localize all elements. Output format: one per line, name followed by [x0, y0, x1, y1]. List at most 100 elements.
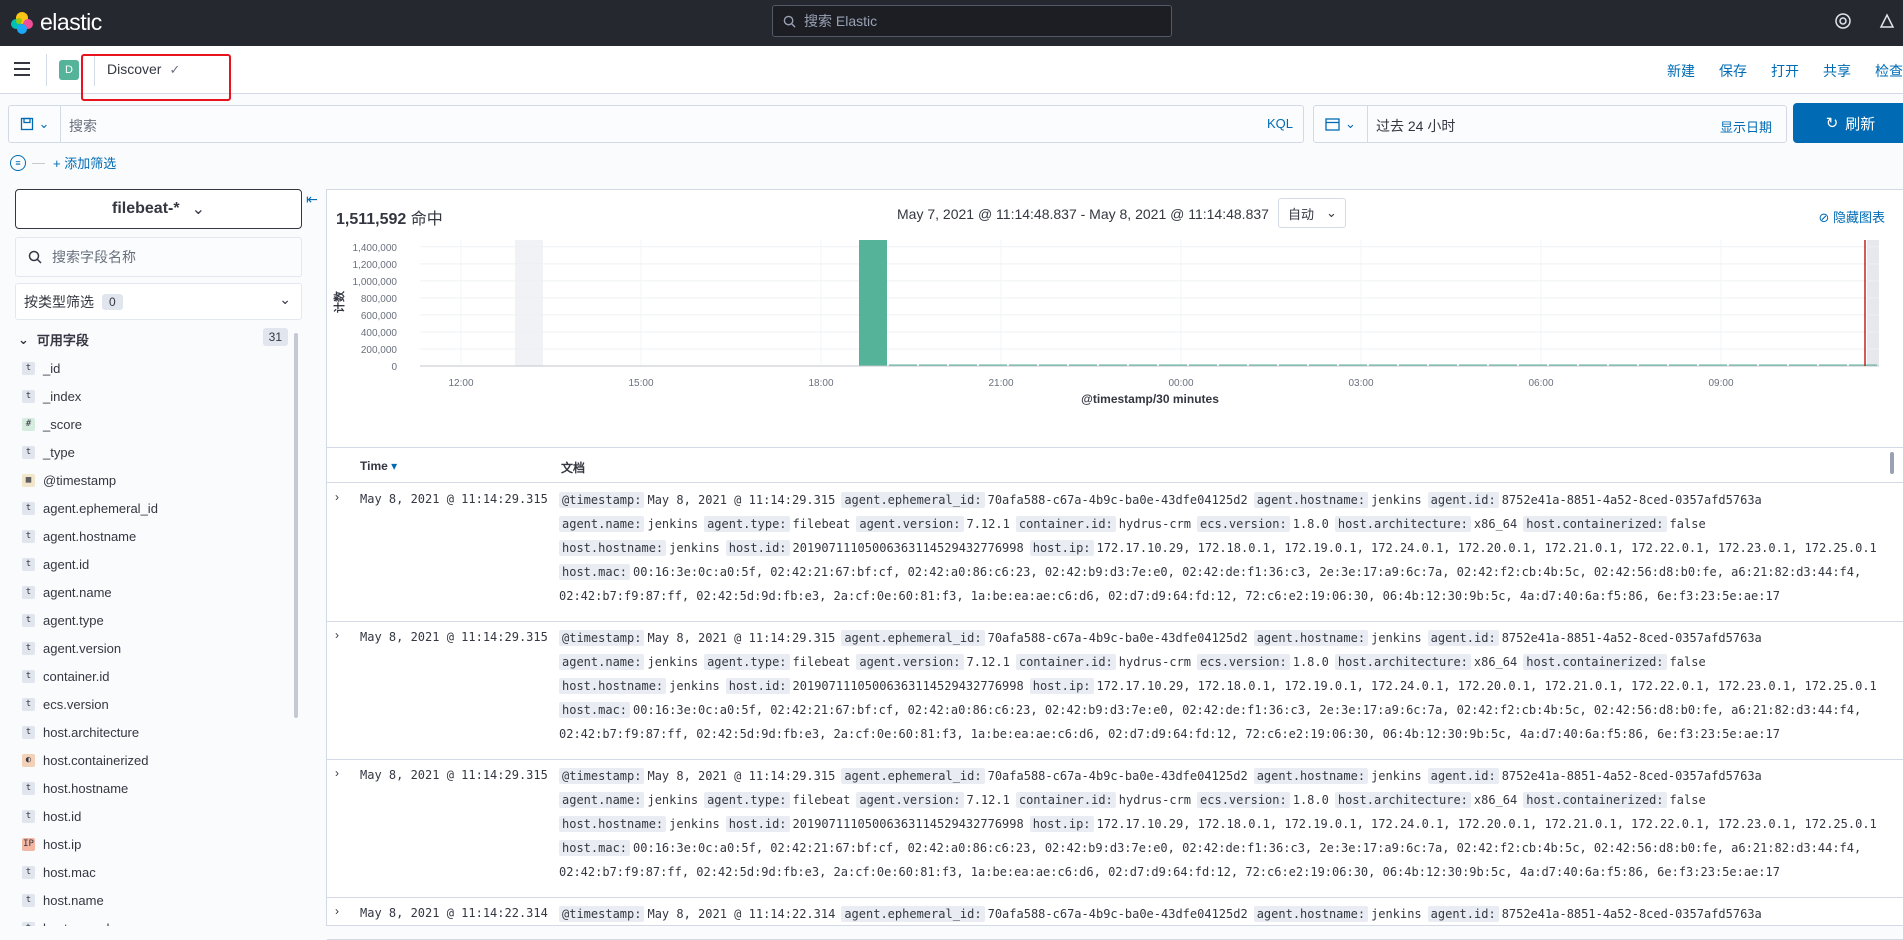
field-item[interactable]: t agent.name — [22, 578, 292, 606]
document-field-key: ecs.version: — [1197, 516, 1290, 532]
document-line: host.mac: 00:16:3e:0c:a0:5f, 02:42:21:67:… — [559, 836, 1879, 860]
show-dates-link[interactable]: 显示日期 — [1720, 117, 1772, 136]
field-item[interactable]: ▦ @timestamp — [22, 466, 292, 494]
document-field-key: container.id: — [1015, 792, 1116, 808]
x-tick-label: 00:00 — [1168, 378, 1193, 389]
column-header-time[interactable]: Time ▾ — [360, 459, 397, 473]
chevron-down-icon: ⌄ — [191, 201, 205, 218]
document-field-key: agent.version: — [856, 516, 964, 532]
interval-select[interactable]: 自动 ⌄ — [1278, 198, 1346, 228]
field-item[interactable]: t container.id — [22, 662, 292, 690]
sidebar-scrollbar[interactable] — [294, 333, 298, 718]
refresh-button[interactable]: ↻ 刷新 — [1793, 103, 1903, 143]
query-input[interactable]: 搜索 — [69, 116, 97, 136]
document-field-key: agent.hostname: — [1253, 630, 1369, 646]
document-field-value: 70afa588-c67a-4b9c-ba0e-43dfe04125d2 — [987, 631, 1248, 645]
help-icon[interactable] — [1834, 12, 1852, 35]
number-type-icon: # — [22, 417, 35, 431]
hits-suffix: 命中 — [410, 211, 443, 228]
available-fields-label: 可用字段 — [36, 333, 89, 348]
share-button[interactable]: 共享 — [1823, 61, 1851, 81]
document-field-key: agent.ephemeral_id: — [841, 492, 985, 508]
document-field-key: host.hostname: — [559, 816, 667, 832]
global-search-input[interactable]: 搜索 Elastic — [772, 5, 1172, 37]
time-range-text[interactable]: 过去 24 小时 — [1376, 116, 1455, 136]
document-line: 02:42:b7:f9:87:ff, 02:42:5d:9d:fb:e3, 2a… — [559, 860, 1879, 884]
expand-row-icon[interactable]: › — [335, 904, 339, 918]
elastic-logo[interactable]: elastic — [10, 9, 102, 36]
field-name: host.ip — [43, 836, 82, 852]
date-picker: ⌄ 过去 24 小时 显示日期 — [1313, 105, 1787, 143]
filter-by-type-button[interactable]: 按类型筛选 0 ⌄ — [15, 283, 302, 320]
hide-chart-button[interactable]: ⊘ 隐藏图表 — [1818, 207, 1885, 226]
available-fields-header[interactable]: ⌄ 可用字段 31 — [18, 328, 288, 349]
field-item[interactable]: t host.id — [22, 802, 292, 830]
field-item[interactable]: t agent.version — [22, 634, 292, 662]
y-tick-label: 400,000 — [361, 328, 398, 339]
field-item[interactable]: t _type — [22, 438, 292, 466]
document-field-key: host.ip: — [1029, 540, 1094, 556]
document-line: @timestamp: May 8, 2021 @ 11:14:29.315 age… — [559, 626, 1879, 650]
table-row[interactable]: › May 8, 2021 @ 11:14:22.314 @timestamp: Ma… — [327, 898, 1903, 940]
expand-row-icon[interactable]: › — [335, 628, 339, 642]
add-filter-button[interactable]: + 添加筛选 — [53, 153, 116, 172]
document-field-value: false — [1669, 517, 1706, 531]
table-scrollbar[interactable] — [1890, 452, 1894, 474]
inspect-button[interactable]: 检查 — [1875, 61, 1903, 81]
filter-options-icon[interactable]: ≡ — [10, 154, 26, 171]
chevron-down-icon: ⌄ — [18, 331, 29, 347]
document-field-key: host.containerized: — [1523, 654, 1667, 670]
document-field-value: jenkins — [647, 793, 699, 807]
field-item[interactable]: t host.architecture — [22, 718, 292, 746]
field-item[interactable]: t host.hostname — [22, 774, 292, 802]
field-item[interactable]: ◐ host.containerized — [22, 746, 292, 774]
document-line: agent.name: jenkins agent.type: filebeat age… — [559, 650, 1879, 674]
chevron-down-icon: ⌄ — [38, 116, 50, 131]
new-button[interactable]: 新建 — [1667, 61, 1695, 81]
field-item[interactable]: IP host.ip — [22, 830, 292, 858]
index-pattern-selector[interactable]: filebeat-* ⌄ — [15, 189, 302, 229]
app-navbar: D Discover ✓ 新建 保存 打开 共享 检查 — [0, 46, 1903, 94]
document-field-value: filebeat — [792, 517, 851, 531]
field-item[interactable]: t agent.hostname — [22, 522, 292, 550]
field-item[interactable]: t _index — [22, 382, 292, 410]
field-item[interactable]: t host.mac — [22, 858, 292, 886]
menu-toggle-icon[interactable] — [14, 62, 30, 80]
field-search-input[interactable]: 搜索字段名称 — [15, 237, 302, 277]
table-row[interactable]: › May 8, 2021 @ 11:14:29.315 @timestamp: Ma… — [327, 622, 1903, 760]
top-header: elastic 搜索 Elastic — [0, 0, 1903, 46]
field-item[interactable]: t _id — [22, 354, 292, 382]
field-item[interactable]: t ecs.version — [22, 690, 292, 718]
field-item[interactable]: t agent.ephemeral_id — [22, 494, 292, 522]
save-button[interactable]: 保存 — [1719, 61, 1747, 81]
open-button[interactable]: 打开 — [1771, 61, 1799, 81]
expand-row-icon[interactable]: › — [335, 490, 339, 504]
collapse-sidebar-icon[interactable]: ⇤ — [306, 191, 318, 208]
document-field-value: x86_64 — [1473, 793, 1518, 807]
quick-select-button[interactable]: ⌄ — [1314, 106, 1368, 142]
document-field-key: host.architecture: — [1334, 654, 1471, 670]
document-field-key: agent.ephemeral_id: — [841, 630, 985, 646]
field-item[interactable]: t agent.id — [22, 550, 292, 578]
document-field-key: agent.ephemeral_id: — [841, 768, 985, 784]
field-item[interactable]: t host.os.codename — [22, 914, 292, 926]
expand-row-icon[interactable]: › — [335, 766, 339, 780]
field-item[interactable]: # _score — [22, 410, 292, 438]
space-avatar[interactable]: D — [59, 60, 79, 80]
string-type-icon: t — [22, 361, 35, 375]
y-tick-label: 1,400,000 — [353, 243, 398, 254]
field-item[interactable]: t agent.type — [22, 606, 292, 634]
document-field-key: host.mac: — [559, 564, 631, 580]
document-field-key: agent.ephemeral_id: — [841, 906, 985, 922]
x-axis-label: @timestamp/30 minutes — [1081, 392, 1219, 406]
chevron-down-icon: ⌄ — [1326, 205, 1337, 220]
table-row[interactable]: › May 8, 2021 @ 11:14:29.315 @timestamp: Ma… — [327, 484, 1903, 622]
kql-toggle[interactable]: KQL — [1267, 116, 1293, 131]
field-item[interactable]: t host.name — [22, 886, 292, 914]
document-field-key: host.hostname: — [559, 540, 667, 556]
table-row[interactable]: › May 8, 2021 @ 11:14:29.315 @timestamp: Ma… — [327, 760, 1903, 898]
string-type-icon: t — [22, 529, 35, 543]
saved-query-button[interactable]: ⌄ — [9, 106, 61, 142]
document-field-value: filebeat — [792, 655, 851, 669]
newsfeed-icon[interactable] — [1878, 12, 1896, 35]
